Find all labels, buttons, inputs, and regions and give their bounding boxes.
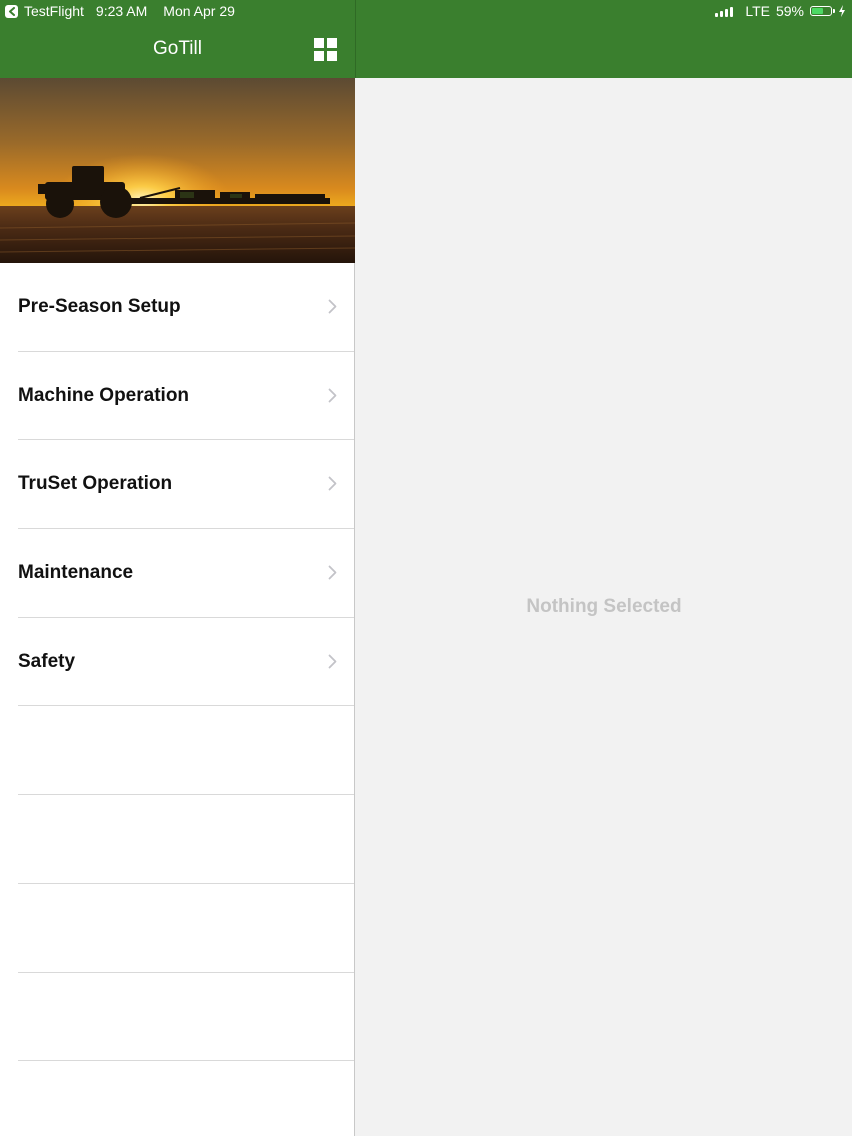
- menu-list: Pre-Season Setup Machine Operation TruSe…: [0, 263, 355, 1136]
- battery-icon: [810, 6, 835, 16]
- menu-item-machine-operation[interactable]: Machine Operation: [0, 352, 354, 441]
- menu-item-pre-season-setup[interactable]: Pre-Season Setup: [0, 263, 354, 352]
- nothing-selected-label: Nothing Selected: [526, 596, 682, 617]
- menu-item-label: Maintenance: [18, 562, 134, 584]
- menu-item-label: Pre-Season Setup: [18, 296, 181, 317]
- battery-level-fill: [812, 8, 823, 14]
- empty-row: [0, 973, 354, 1062]
- charging-bolt-icon: [839, 5, 845, 17]
- chevron-right-icon: [328, 654, 337, 669]
- network-type: LTE: [745, 3, 770, 19]
- nav-title: GoTill: [153, 38, 202, 59]
- chevron-right-icon: [328, 299, 337, 314]
- menu-item-label: Safety: [18, 650, 76, 672]
- hero-illustration: [0, 78, 355, 263]
- master-pane: GoTill Pre-Season Setup Machine Operatio…: [0, 0, 355, 1136]
- chevron-right-icon: [328, 388, 337, 403]
- empty-row: [0, 706, 354, 795]
- chevron-right-icon: [328, 476, 337, 491]
- app-screen: TestFlight 9:23 AM Mon Apr 29 LTE 59% Go…: [0, 0, 852, 1136]
- menu-item-truset-operation[interactable]: TruSet Operation: [0, 440, 354, 529]
- empty-row: [0, 795, 354, 884]
- detail-pane: Nothing Selected: [356, 78, 852, 1136]
- menu-item-label: TruSet Operation: [18, 473, 173, 495]
- cellular-signal-icon: [715, 5, 734, 17]
- grid-icon[interactable]: [314, 38, 338, 62]
- chevron-right-icon: [328, 565, 337, 580]
- menu-item-maintenance[interactable]: Maintenance: [0, 529, 354, 618]
- battery-percentage: 59%: [775, 3, 804, 19]
- menu-item-safety[interactable]: Safety: [0, 618, 354, 707]
- empty-row: [0, 884, 354, 973]
- menu-item-label: Machine Operation: [18, 384, 190, 406]
- status-right: LTE 59%: [715, 3, 846, 19]
- tractor-sunset-image: [0, 78, 355, 263]
